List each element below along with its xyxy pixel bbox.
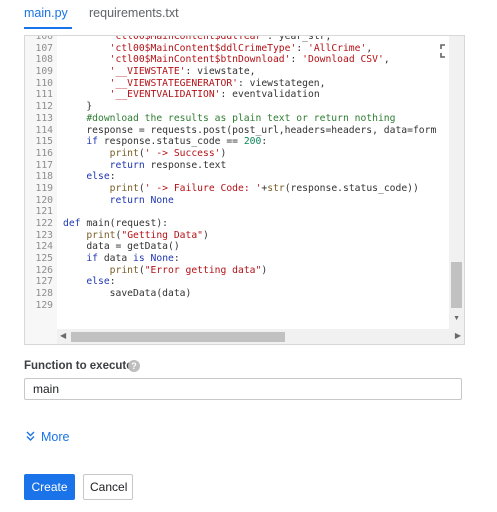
- code-line[interactable]: 110 '__VIEWSTATEGENERATOR': viewstategen…: [25, 78, 464, 90]
- code-text: return None: [109, 194, 174, 206]
- code-text: if data is None:: [86, 253, 180, 265]
- line-number: 127: [35, 276, 54, 288]
- vertical-scrollbar-thumb[interactable]: [451, 262, 462, 308]
- code-line[interactable]: 112 }: [25, 101, 464, 113]
- code-text: def main(request):: [63, 218, 168, 229]
- code-text: if response.status_code == 200:: [86, 136, 268, 148]
- line-number: 117: [35, 159, 54, 171]
- line-number: 106: [35, 35, 54, 42]
- horizontal-scrollbar[interactable]: ◀ ▶: [57, 329, 464, 344]
- line-number: 122: [35, 218, 54, 229]
- tab-main-py[interactable]: main.py: [24, 6, 68, 20]
- more-label: More: [41, 430, 70, 444]
- line-number: 109: [35, 66, 54, 78]
- line-number: 126: [35, 264, 54, 276]
- code-line[interactable]: 122 def main(request):: [25, 218, 464, 230]
- code-line[interactable]: 118 else:: [25, 171, 464, 183]
- active-tab-indicator: [24, 27, 72, 29]
- line-number: 107: [35, 42, 54, 54]
- code-text: 'ctl00$MainContent$ddlCrimeType': 'AllCr…: [109, 42, 373, 54]
- file-tabs: main.py requirements.txt: [0, 0, 497, 30]
- code-line[interactable]: 116 print(' -> Success'): [25, 148, 464, 160]
- code-line[interactable]: 124 data = getData(): [25, 241, 464, 253]
- code-line[interactable]: 129: [25, 300, 464, 312]
- code-text: print("Getting Data"): [86, 229, 209, 241]
- create-button[interactable]: Create: [24, 474, 75, 500]
- code-line[interactable]: 115 if response.status_code == 200:: [25, 136, 464, 148]
- code-text: response = requests.post(post_url,header…: [63, 124, 437, 136]
- code-line[interactable]: 119 print(' -> Failure Code: '+str(respo…: [25, 183, 464, 195]
- line-number: 114: [35, 124, 54, 136]
- code-text: }: [63, 101, 93, 113]
- horizontal-scrollbar-thumb[interactable]: [71, 332, 285, 342]
- code-text: print(' -> Success'): [109, 147, 227, 159]
- scroll-right-arrow-icon[interactable]: ▶: [455, 331, 461, 340]
- more-toggle[interactable]: More: [26, 430, 69, 444]
- code-text: '__EVENTVALIDATION': eventvalidation: [109, 89, 320, 101]
- line-number: 123: [35, 229, 54, 241]
- line-number: 128: [35, 288, 54, 300]
- code-line[interactable]: 126 print("Error getting data"): [25, 265, 464, 277]
- line-number: 118: [35, 171, 54, 183]
- scroll-left-arrow-icon[interactable]: ◀: [60, 331, 66, 340]
- function-to-execute-label: Function to execute: [24, 360, 133, 372]
- code-text: else:: [86, 276, 116, 288]
- line-number: 111: [35, 89, 54, 101]
- line-number: 116: [35, 147, 54, 159]
- code-line[interactable]: 109 '__VIEWSTATE': viewstate,: [25, 66, 464, 78]
- code-line[interactable]: 125 if data is None:: [25, 253, 464, 265]
- line-number: 108: [35, 54, 54, 66]
- line-number: 129: [35, 299, 54, 311]
- code-text: 'ctl00$MainContent$ddlYear': year_str,: [109, 35, 332, 42]
- double-chevron-down-icon: [26, 431, 35, 444]
- code-line[interactable]: 111 '__EVENTVALIDATION': eventvalidation: [25, 89, 464, 101]
- tab-requirements-txt[interactable]: requirements.txt: [89, 6, 179, 20]
- vertical-scrollbar[interactable]: ▼: [449, 36, 464, 329]
- code-text: print("Error getting data"): [109, 264, 268, 276]
- line-number: 120: [35, 194, 54, 206]
- line-number: 115: [35, 136, 54, 148]
- line-number: 113: [35, 112, 54, 124]
- code-line[interactable]: 128 saveData(data): [25, 288, 464, 300]
- code-text: #download the results as plain text or r…: [63, 112, 396, 124]
- code-text: print(' -> Failure Code: '+str(response.…: [109, 182, 419, 194]
- code-text: saveData(data): [63, 288, 192, 300]
- code-line[interactable]: 123 print("Getting Data"): [25, 230, 464, 242]
- code-line[interactable]: 108 'ctl00$MainContent$btnDownload': 'Do…: [25, 54, 464, 66]
- function-to-execute-input[interactable]: [24, 378, 462, 400]
- code-text: '__VIEWSTATEGENERATOR': viewstategen,: [109, 77, 326, 89]
- code-text: return response.text: [109, 159, 227, 171]
- code-line[interactable]: 107 'ctl00$MainContent$ddlCrimeType': 'A…: [25, 43, 464, 55]
- line-number: 125: [35, 253, 54, 265]
- line-number: 124: [35, 241, 54, 253]
- code-editor[interactable]: 106 'ctl00$MainContent$ddlYear': year_st…: [24, 35, 465, 345]
- code-line[interactable]: 113 #download the results as plain text …: [25, 113, 464, 125]
- code-line[interactable]: 106 'ctl00$MainContent$ddlYear': year_st…: [25, 35, 464, 43]
- line-number: 121: [35, 206, 54, 218]
- code-line[interactable]: 117 return response.text: [25, 160, 464, 172]
- code-text: else:: [86, 171, 116, 183]
- cancel-button[interactable]: Cancel: [83, 474, 133, 500]
- help-icon[interactable]: ?: [128, 360, 140, 372]
- line-number: 110: [35, 77, 54, 89]
- code-line[interactable]: 120 return None: [25, 195, 464, 207]
- code-text: '__VIEWSTATE': viewstate,: [109, 66, 256, 78]
- code-line[interactable]: 127 else:: [25, 276, 464, 288]
- line-number: 119: [35, 182, 54, 194]
- code-line[interactable]: 121: [25, 206, 464, 218]
- code-text: data = getData(): [63, 241, 180, 253]
- scroll-down-arrow-icon[interactable]: ▼: [453, 315, 460, 322]
- code-content[interactable]: 106 'ctl00$MainContent$ddlYear': year_st…: [25, 35, 464, 312]
- line-number: 112: [35, 101, 54, 113]
- code-line[interactable]: 114 response = requests.post(post_url,he…: [25, 125, 464, 137]
- code-text: 'ctl00$MainContent$btnDownload': 'Downlo…: [109, 54, 390, 66]
